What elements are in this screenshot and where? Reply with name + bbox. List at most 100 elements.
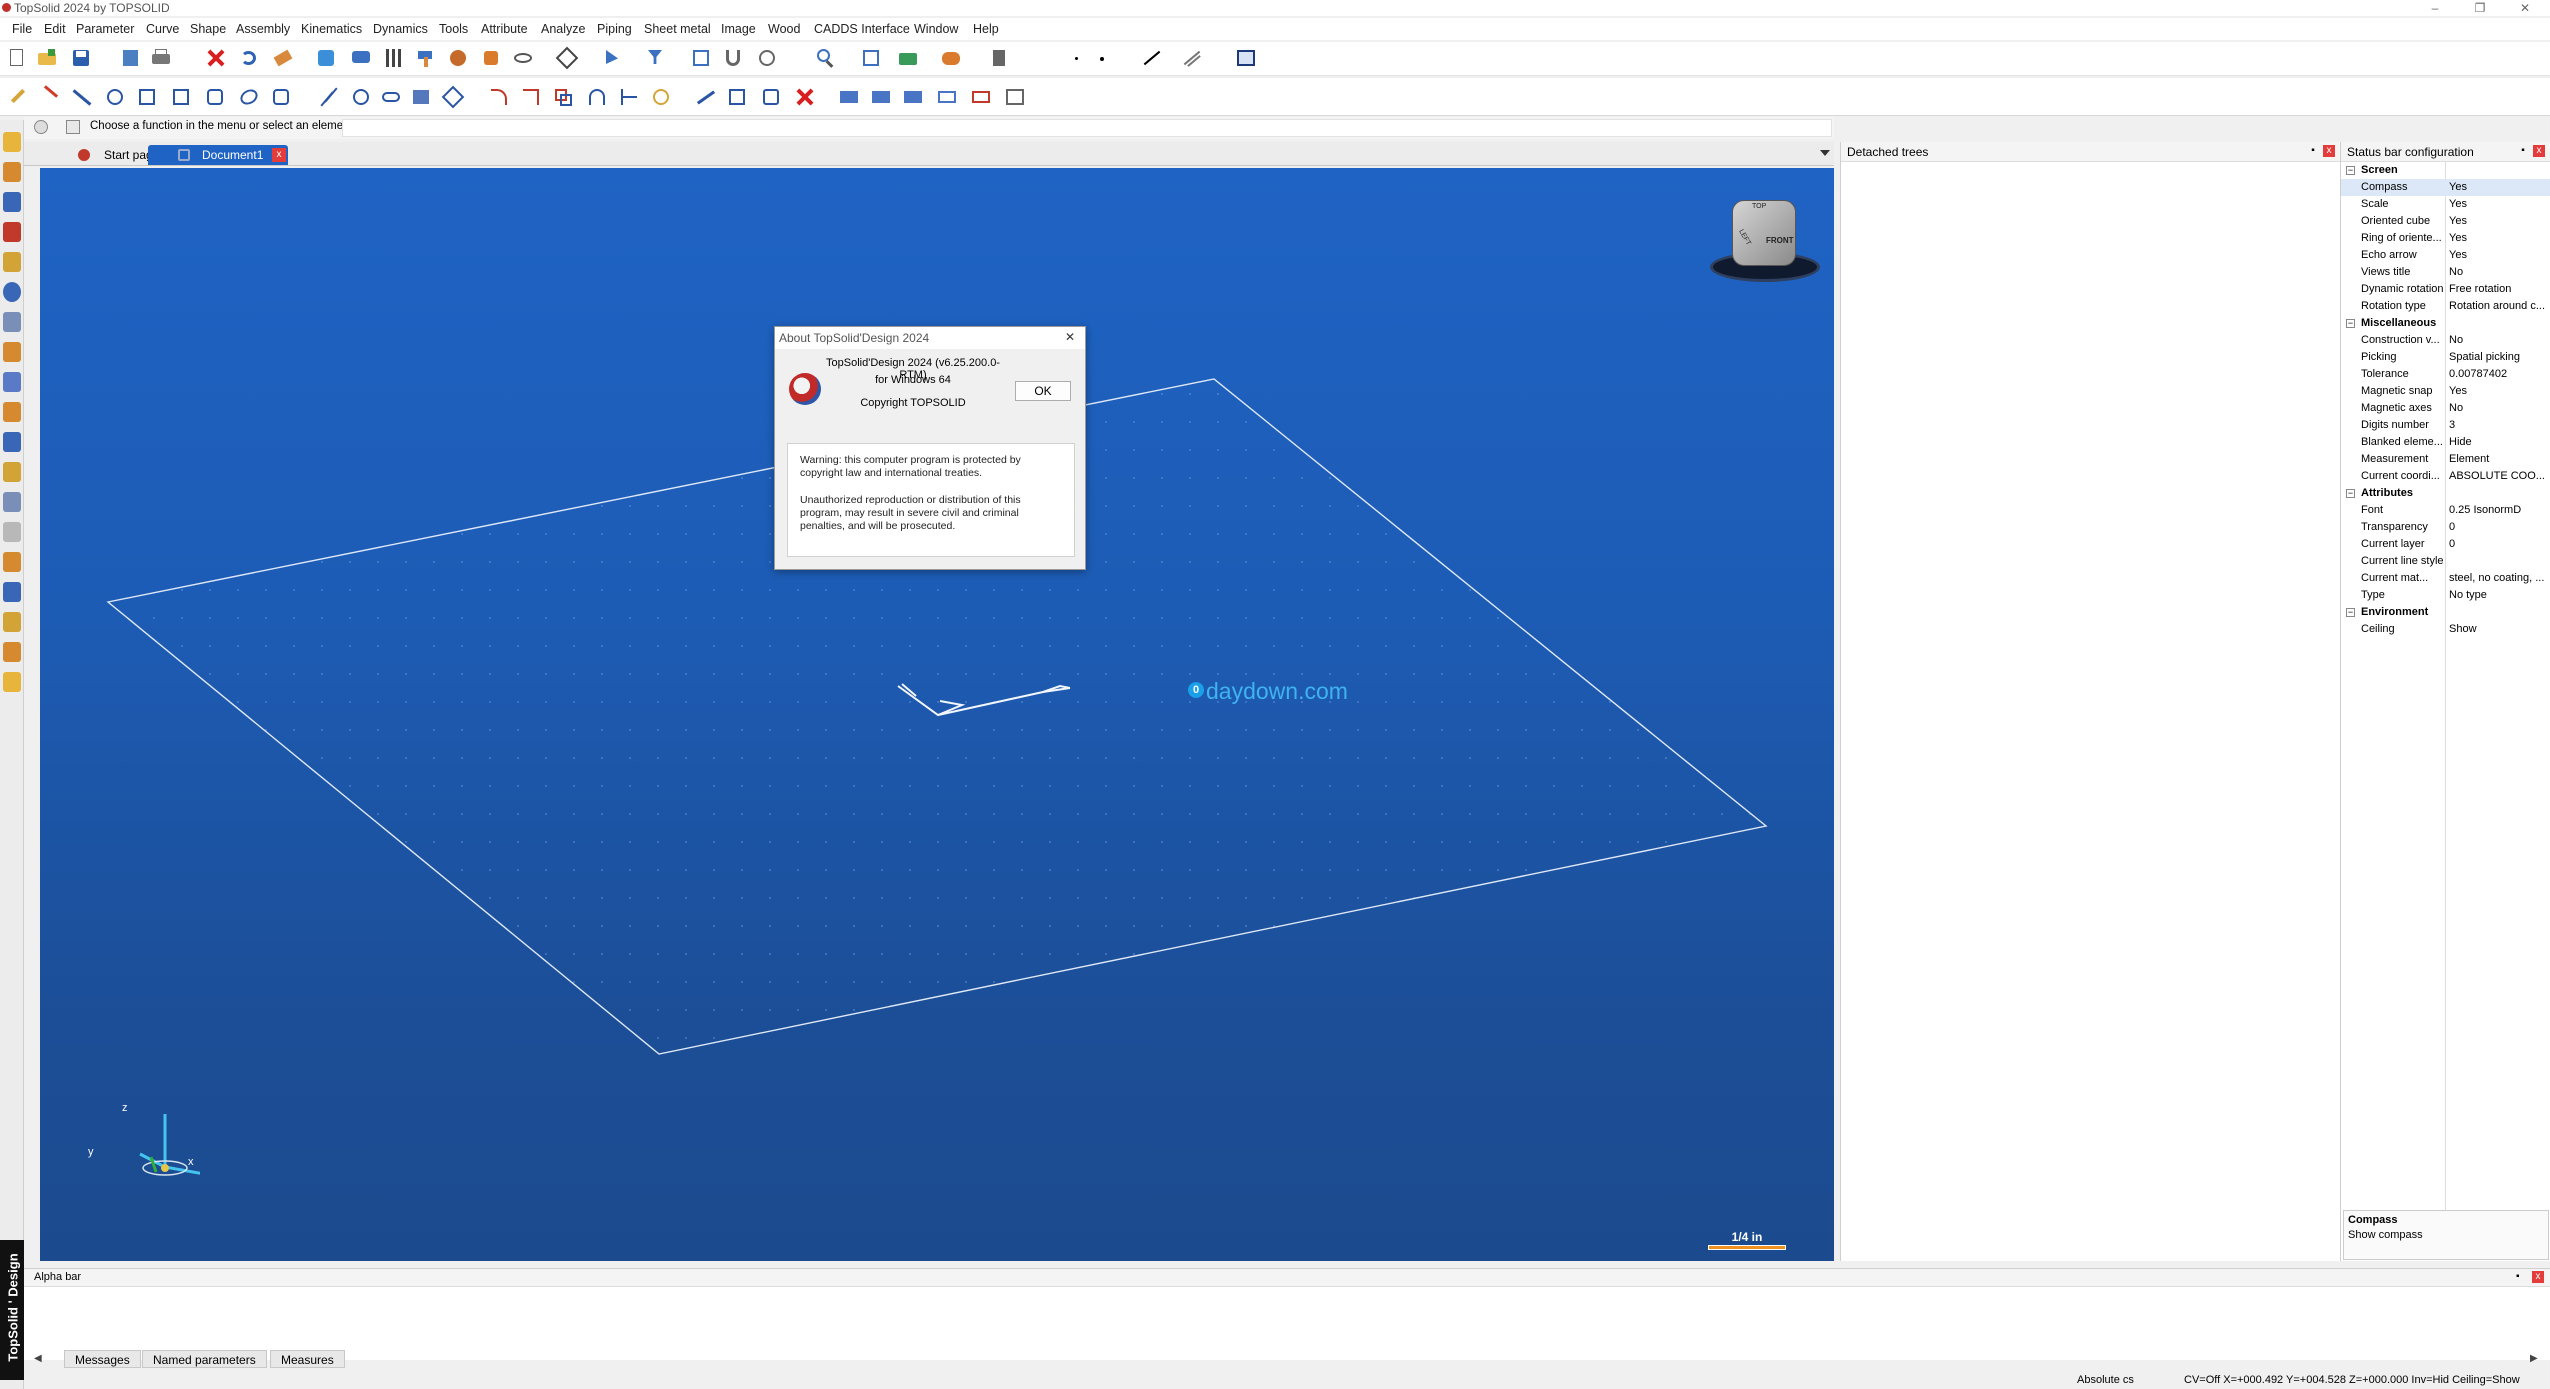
- save-icon[interactable]: [70, 47, 92, 69]
- history-icon[interactable]: [66, 120, 80, 134]
- alpha-message-area[interactable]: [38, 1293, 2538, 1349]
- property-row[interactable]: Construction v... No: [2341, 332, 2550, 349]
- menu-shape[interactable]: Shape: [190, 22, 226, 36]
- property-value[interactable]: 0: [2449, 519, 2549, 536]
- shading-icon[interactable]: [940, 47, 962, 69]
- tab-document1[interactable]: Document1 x: [148, 145, 288, 165]
- property-row[interactable]: Compass Yes: [2341, 179, 2550, 196]
- print-icon[interactable]: [150, 47, 172, 69]
- wood-mode-icon[interactable]: [3, 462, 21, 482]
- menu-cadds-interface[interactable]: CADDS Interface: [814, 22, 910, 36]
- point-style-icon[interactable]: [1065, 47, 1087, 69]
- menu-image[interactable]: Image: [721, 22, 756, 36]
- tab-messages[interactable]: Messages: [64, 1350, 141, 1368]
- menu-tools[interactable]: Tools: [439, 22, 468, 36]
- stretch-tool-icon[interactable]: [694, 86, 716, 108]
- layers-icon[interactable]: [382, 47, 404, 69]
- pin-icon[interactable]: ▪: [2517, 145, 2529, 157]
- collapse-toggle-icon[interactable]: −: [2346, 608, 2355, 617]
- print-setup-icon[interactable]: [120, 47, 142, 69]
- property-row[interactable]: Transparency 0: [2341, 519, 2550, 536]
- close-panel-icon[interactable]: x: [2533, 145, 2545, 157]
- curve-mode-icon[interactable]: [3, 162, 21, 182]
- select-icon[interactable]: [603, 47, 625, 69]
- point-tool-icon[interactable]: [104, 86, 126, 108]
- property-value[interactable]: No type: [2449, 587, 2549, 604]
- zoom-window-icon[interactable]: [350, 47, 372, 69]
- extend-tool-icon[interactable]: [618, 86, 640, 108]
- trim-tool-icon[interactable]: [204, 86, 226, 108]
- render-icon[interactable]: [897, 47, 919, 69]
- menu-piping[interactable]: Piping: [597, 22, 632, 36]
- about-close-button[interactable]: ✕: [1065, 330, 1075, 344]
- shape-tool-6-icon[interactable]: [1004, 86, 1026, 108]
- parallel-tool-icon[interactable]: [318, 86, 340, 108]
- tabs-scroll-left-icon[interactable]: ◀: [34, 1353, 42, 1364]
- tabs-scroll-right-icon[interactable]: ▶: [2530, 1353, 2538, 1364]
- collapse-toggle-icon[interactable]: −: [2346, 319, 2355, 328]
- menu-file[interactable]: File: [12, 22, 32, 36]
- wire-icon[interactable]: [756, 47, 778, 69]
- magnet-icon[interactable]: [722, 47, 744, 69]
- shape-tool-1-icon[interactable]: [838, 86, 860, 108]
- filter-icon[interactable]: [645, 47, 667, 69]
- offset-tool-icon[interactable]: [552, 86, 574, 108]
- property-row[interactable]: Digits number 3: [2341, 417, 2550, 434]
- close-window-button[interactable]: ✕: [2505, 0, 2545, 16]
- misc-mode-icon[interactable]: [3, 672, 21, 692]
- chamfer-tool-icon[interactable]: [520, 86, 542, 108]
- drafting-mode-icon[interactable]: [3, 552, 21, 572]
- arch-tool-icon[interactable]: [586, 86, 608, 108]
- tabs-dropdown-icon[interactable]: [1820, 150, 1830, 156]
- hide-icon[interactable]: [512, 47, 534, 69]
- menu-kinematics[interactable]: Kinematics: [301, 22, 362, 36]
- property-value[interactable]: No: [2449, 400, 2549, 417]
- collapse-toggle-icon[interactable]: −: [2346, 166, 2355, 175]
- transform-tool-icon[interactable]: [441, 85, 465, 109]
- cancel-tool-icon[interactable]: [794, 86, 816, 108]
- property-value[interactable]: Free rotation: [2449, 281, 2549, 298]
- settings-icon[interactable]: [447, 47, 469, 69]
- zoom-icon[interactable]: [815, 47, 837, 69]
- property-row[interactable]: Oriented cube Yes: [2341, 213, 2550, 230]
- property-value[interactable]: 3: [2449, 417, 2549, 434]
- line-tool-icon[interactable]: [70, 86, 92, 108]
- hatch-style-icon[interactable]: [1180, 47, 1202, 69]
- property-value[interactable]: Spatial picking: [2449, 349, 2549, 366]
- sketch-mode-icon[interactable]: [3, 132, 21, 152]
- property-value[interactable]: Yes: [2449, 383, 2549, 400]
- fillet-tool-icon[interactable]: [488, 86, 510, 108]
- open-file-icon[interactable]: [36, 47, 58, 69]
- property-value[interactable]: Rotation around c...: [2449, 298, 2549, 315]
- configuration-icon[interactable]: [1235, 47, 1257, 69]
- stamp-icon[interactable]: [988, 47, 1010, 69]
- property-section[interactable]: − Miscellaneous: [2341, 315, 2550, 332]
- image-mode-icon[interactable]: [3, 492, 21, 512]
- property-row[interactable]: Echo arrow Yes: [2341, 247, 2550, 264]
- shape-mode-icon[interactable]: [3, 192, 21, 212]
- property-value[interactable]: steel, no coating, ...: [2449, 570, 2549, 587]
- minimize-button[interactable]: –: [2415, 0, 2455, 16]
- property-section[interactable]: − Attributes: [2341, 485, 2550, 502]
- new-file-icon[interactable]: [6, 47, 28, 69]
- property-value[interactable]: ABSOLUTE COO...: [2449, 468, 2549, 485]
- property-value[interactable]: Yes: [2449, 247, 2549, 264]
- intersection-tool-icon[interactable]: [350, 86, 372, 108]
- orientation-cube[interactable]: TOP LEFT FRONT: [1710, 190, 1820, 290]
- shape-tool-3-icon[interactable]: [902, 86, 924, 108]
- ellipse-tool-icon[interactable]: [237, 86, 261, 108]
- menu-dynamics[interactable]: Dynamics: [373, 22, 428, 36]
- pin-icon[interactable]: ▪: [2307, 145, 2319, 157]
- collapse-toggle-icon[interactable]: −: [2346, 489, 2355, 498]
- ok-button[interactable]: OK: [1015, 381, 1071, 401]
- property-row[interactable]: Magnetic axes No: [2341, 400, 2550, 417]
- eraser-icon[interactable]: [272, 47, 294, 69]
- menu-parameter[interactable]: Parameter: [76, 22, 134, 36]
- dynamics-mode-icon[interactable]: [3, 282, 21, 302]
- close-panel-icon[interactable]: x: [2323, 145, 2335, 157]
- attribute-mode-icon[interactable]: [3, 342, 21, 362]
- property-value[interactable]: Show: [2449, 621, 2549, 638]
- property-section[interactable]: − Screen: [2341, 162, 2550, 179]
- close-panel-icon[interactable]: x: [2532, 1271, 2544, 1283]
- property-value[interactable]: Yes: [2449, 179, 2549, 196]
